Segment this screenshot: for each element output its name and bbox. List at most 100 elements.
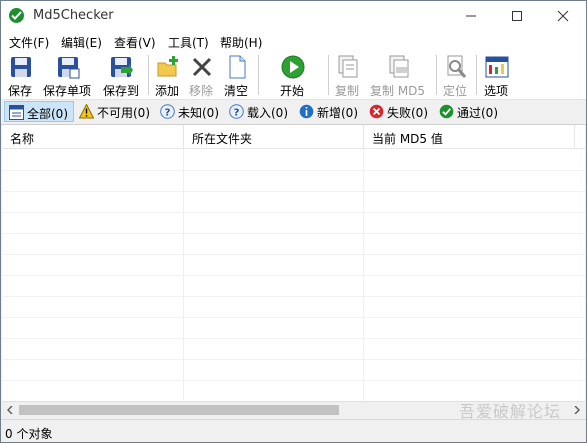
blank-page-icon [229, 55, 246, 79]
folder-add-icon [157, 56, 178, 77]
file-list[interactable]: 名称 所在文件夹 当前 MD5 值 [2, 125, 585, 401]
app-check-icon [9, 8, 24, 23]
minimize-icon [466, 15, 476, 17]
copy-document-icon [338, 55, 358, 78]
close-button[interactable] [540, 1, 586, 31]
copy-md5-label: 复制 MD5 [370, 84, 426, 98]
grid-line [2, 338, 585, 339]
status-object-count: 0 个对象 [5, 427, 53, 441]
options-button[interactable]: 选项 [481, 53, 513, 98]
filter-passed-label: 通过(0) [457, 106, 498, 120]
filter-bar: 全部(0) 不可用(0) ? 未知(0) ? 载入(0) 新增(0) 失败(0) [1, 100, 586, 125]
maximize-button[interactable] [494, 1, 540, 31]
options-panel-icon [485, 56, 509, 78]
toolbar-separator [436, 55, 437, 95]
close-icon [557, 10, 569, 22]
locate-button[interactable]: 定位 [441, 53, 471, 98]
copy-md5-button[interactable]: 复制 MD5 [368, 53, 430, 98]
filter-new-label: 新增(0) [317, 106, 358, 120]
question-icon: ? [160, 104, 175, 119]
filter-all-label: 全部(0) [27, 107, 68, 121]
save-to-label: 保存到 [103, 84, 140, 98]
column-header-overflow [575, 125, 585, 149]
grid-line [2, 170, 585, 171]
filter-unavailable-label: 不可用(0) [97, 106, 150, 120]
grid-line [2, 317, 585, 318]
menu-tools[interactable]: 工具(T) [168, 34, 209, 51]
copy-button[interactable]: 复制 [333, 53, 363, 98]
save-item-label: 保存单项 [43, 84, 92, 98]
info-icon [299, 104, 314, 119]
clear-label: 清空 [224, 84, 249, 98]
start-label: 开始 [280, 84, 305, 98]
clear-button[interactable]: 清空 [221, 53, 253, 98]
floppy-disk-item-icon [58, 57, 80, 79]
copy-md5-icon [389, 55, 409, 78]
error-icon [369, 104, 384, 119]
check-icon [439, 104, 454, 119]
start-button[interactable]: 开始 [277, 53, 309, 98]
column-title-md5: 当前 MD5 值 [372, 132, 443, 146]
save-to-button[interactable]: 保存到 [101, 53, 143, 98]
filter-unknown[interactable]: ? 未知(0) [156, 101, 222, 122]
remove-button[interactable]: 移除 [187, 53, 217, 98]
minimize-button[interactable] [448, 1, 494, 31]
filter-unknown-label: 未知(0) [178, 106, 219, 120]
menu-help[interactable]: 帮助(H) [220, 34, 262, 51]
filter-loaded[interactable]: ? 载入(0) [225, 101, 293, 122]
grid-line [2, 359, 585, 360]
save-item-button[interactable]: 保存单项 [41, 53, 97, 98]
floppy-disk-arrow-icon [111, 57, 133, 77]
filter-loaded-label: 载入(0) [247, 106, 288, 120]
filter-new[interactable]: 新增(0) [295, 101, 363, 122]
question-icon: ? [229, 104, 244, 119]
scroll-thumb[interactable] [19, 405, 339, 415]
menu-view[interactable]: 查看(V) [114, 34, 156, 51]
toolbar-separator [476, 55, 477, 95]
magnifier-page-icon [447, 55, 467, 78]
svg-text:?: ? [234, 108, 240, 119]
column-header-folder[interactable]: 所在文件夹 [184, 125, 364, 149]
x-remove-icon [192, 57, 212, 77]
floppy-disk-icon [11, 57, 31, 77]
main-window: Md5Checker 文件(F) 编辑(E) 查看(V) 工具(T) 帮助(H)… [0, 0, 587, 443]
svg-text:?: ? [165, 108, 171, 119]
save-button[interactable]: 保存 [5, 53, 37, 98]
grid-line [2, 212, 585, 213]
locate-label: 定位 [443, 84, 468, 98]
play-icon [281, 55, 305, 79]
filter-failed[interactable]: 失败(0) [365, 101, 433, 122]
title-bar[interactable]: Md5Checker [1, 1, 586, 31]
grid-line [2, 275, 585, 276]
add-button[interactable]: 添加 [153, 53, 183, 98]
filter-all[interactable]: 全部(0) [4, 101, 74, 122]
warning-icon [79, 104, 94, 119]
grid-line [2, 233, 585, 234]
watermark: 吾爱破解论坛 [441, 398, 586, 442]
toolbar: 保存 保存单项 保存到 添加 移除 清空 开始 复制 复制 MD5 定位 选项 [1, 51, 586, 100]
toolbar-separator [148, 55, 149, 95]
save-label: 保存 [8, 84, 33, 98]
list-icon [9, 105, 24, 120]
filter-failed-label: 失败(0) [387, 106, 428, 120]
grid-line [2, 380, 585, 381]
copy-label: 复制 [335, 84, 360, 98]
add-label: 添加 [155, 84, 180, 98]
column-header-name[interactable]: 名称 [2, 125, 184, 149]
chevron-left-icon [7, 406, 13, 414]
grid-line [2, 254, 585, 255]
filter-passed[interactable]: 通过(0) [435, 101, 503, 122]
grid-line [2, 296, 585, 297]
maximize-icon [512, 11, 522, 21]
options-label: 选项 [484, 84, 509, 98]
scroll-left-button[interactable] [2, 402, 19, 419]
toolbar-separator [258, 55, 259, 95]
watermark-text: 吾爱破解论坛 [459, 402, 562, 421]
remove-label: 移除 [189, 84, 214, 98]
toolbar-separator [328, 55, 329, 95]
menu-file[interactable]: 文件(F) [9, 34, 49, 51]
column-header-md5[interactable]: 当前 MD5 值 [364, 125, 575, 149]
menu-edit[interactable]: 编辑(E) [61, 34, 102, 51]
window-title: Md5Checker [33, 8, 114, 23]
filter-unavailable[interactable]: 不可用(0) [75, 101, 153, 122]
